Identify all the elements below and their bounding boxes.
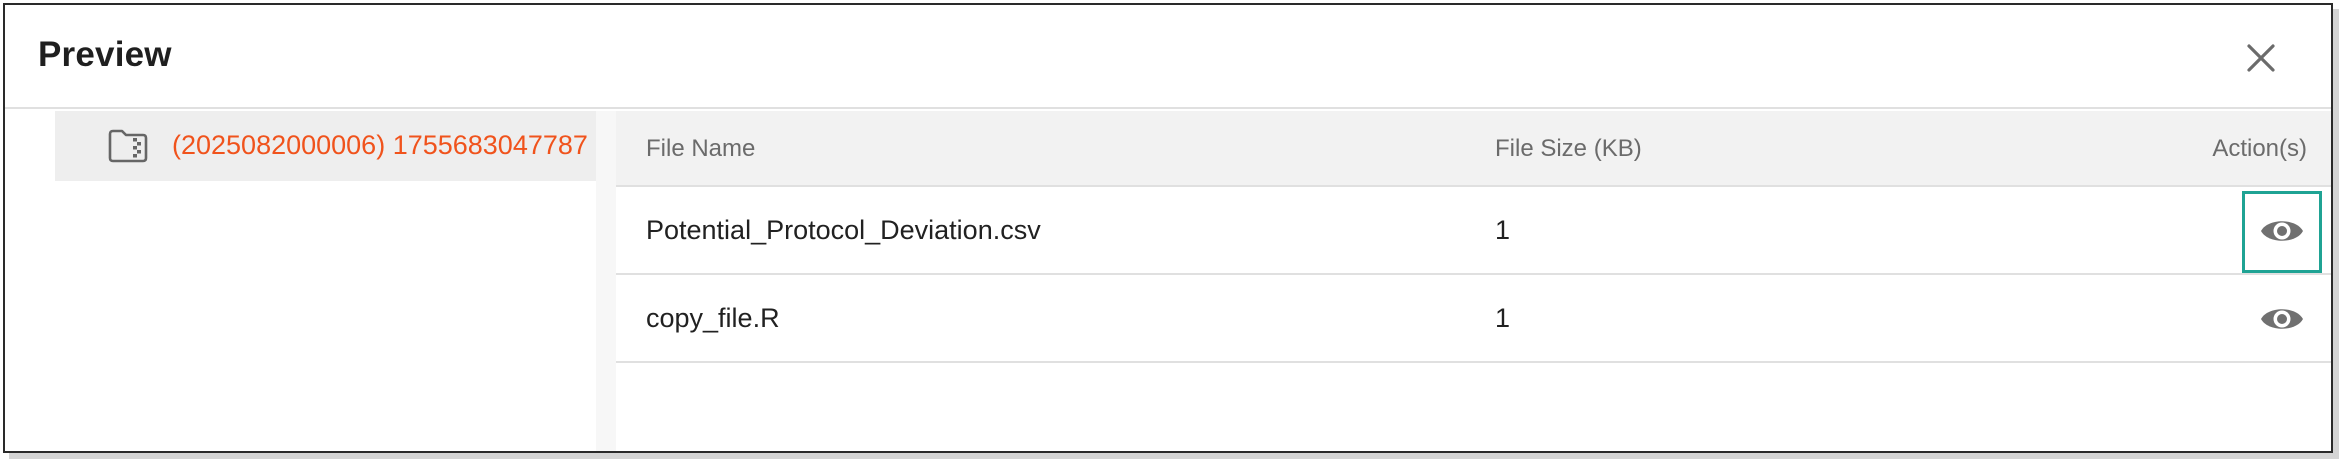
dialog-header: Preview: [5, 5, 2331, 109]
file-size-cell: 1: [1495, 215, 1511, 245]
close-icon: [2247, 44, 2275, 72]
table-row: Potential_Protocol_Deviation.csv 1: [616, 187, 2331, 275]
close-button[interactable]: [2241, 38, 2281, 78]
eye-icon: [2261, 309, 2303, 329]
table-header: File Name File Size (KB) Action(s): [616, 111, 2331, 187]
table-row: copy_file.R 1: [616, 275, 2331, 363]
dialog-body: (2025082000006) 1755683047787 File Name …: [5, 111, 2331, 451]
preview-dialog: Preview (2025082000006) 1755683047787 Fi…: [3, 3, 2333, 453]
folder-label: (2025082000006) 1755683047787: [172, 130, 588, 160]
folder-tree-item[interactable]: (2025082000006) 1755683047787: [55, 111, 596, 181]
file-name-cell: Potential_Protocol_Deviation.csv: [646, 215, 1041, 245]
folder-tree: (2025082000006) 1755683047787: [5, 111, 596, 451]
column-header-file-name: File Name: [646, 135, 756, 162]
file-size-cell: 1: [1495, 303, 1511, 333]
view-file-button[interactable]: [2258, 210, 2306, 252]
column-header-file-size: File Size (KB): [1495, 135, 1642, 162]
column-header-actions: Action(s): [2212, 135, 2307, 162]
folder-zip-icon: [108, 129, 148, 163]
panel-divider: [596, 111, 616, 451]
view-file-button[interactable]: [2258, 298, 2306, 340]
file-table: File Name File Size (KB) Action(s) Poten…: [616, 111, 2331, 451]
file-name-cell: copy_file.R: [646, 303, 780, 333]
dialog-title: Preview: [38, 35, 172, 74]
eye-icon: [2261, 221, 2303, 241]
